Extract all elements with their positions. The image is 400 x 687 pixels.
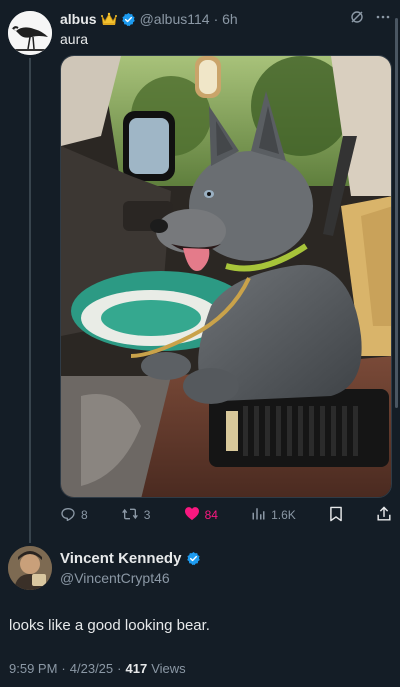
post-media-image[interactable] xyxy=(60,55,392,498)
reply-header: Vincent Kennedy @VincentCrypt46 xyxy=(60,550,201,586)
views-count: 1.6K xyxy=(271,508,296,522)
scrollbar[interactable] xyxy=(395,18,398,408)
verified-badge-icon xyxy=(121,12,136,27)
views-icon xyxy=(251,506,266,524)
avatar[interactable] xyxy=(8,546,52,590)
tweet-text: aura xyxy=(60,31,89,47)
repost-count: 3 xyxy=(143,508,151,522)
bookmark-button[interactable] xyxy=(329,506,343,525)
share-button[interactable] xyxy=(376,505,392,525)
reply-views-count: 417 xyxy=(125,661,148,676)
bookmark-icon xyxy=(329,506,343,525)
display-name[interactable]: albus xyxy=(60,10,97,28)
like-count: 84 xyxy=(204,508,218,522)
reply-text: looks like a good looking bear. xyxy=(9,617,210,634)
repost-button[interactable]: 3 xyxy=(121,506,151,525)
reply-date[interactable]: 4/23/25 xyxy=(70,661,113,676)
heart-icon xyxy=(184,506,200,524)
meta-separator: · xyxy=(61,661,66,676)
post-header: albus @albus114 · 6h aura xyxy=(60,10,390,50)
crown-icon xyxy=(100,12,117,26)
handle[interactable]: @VincentCrypt46 xyxy=(60,570,201,586)
thread-connector-line xyxy=(29,58,31,543)
reply-icon xyxy=(60,506,76,525)
post-time[interactable]: · 6h xyxy=(214,10,238,28)
reply-button[interactable]: 8 xyxy=(60,506,88,525)
display-name[interactable]: Vincent Kennedy xyxy=(60,550,181,567)
action-bar: 8 3 84 1.6K xyxy=(60,505,392,525)
reply-count: 8 xyxy=(81,508,88,522)
verified-badge-icon xyxy=(186,551,201,566)
share-icon xyxy=(376,505,392,525)
more-icon[interactable] xyxy=(376,10,390,27)
reply-meta: 9:59 PM · 4/23/25 · 417 Views xyxy=(9,661,186,676)
reply-views-label: Views xyxy=(151,661,186,676)
avatar[interactable] xyxy=(8,11,52,55)
reply-time[interactable]: 9:59 PM xyxy=(9,661,57,676)
repost-icon xyxy=(121,506,139,525)
meta-separator: · xyxy=(117,661,122,676)
views-button[interactable]: 1.6K xyxy=(251,506,296,524)
grok-icon[interactable] xyxy=(350,10,364,27)
handle[interactable]: @albus114 xyxy=(140,10,210,28)
like-button[interactable]: 84 xyxy=(184,506,218,524)
